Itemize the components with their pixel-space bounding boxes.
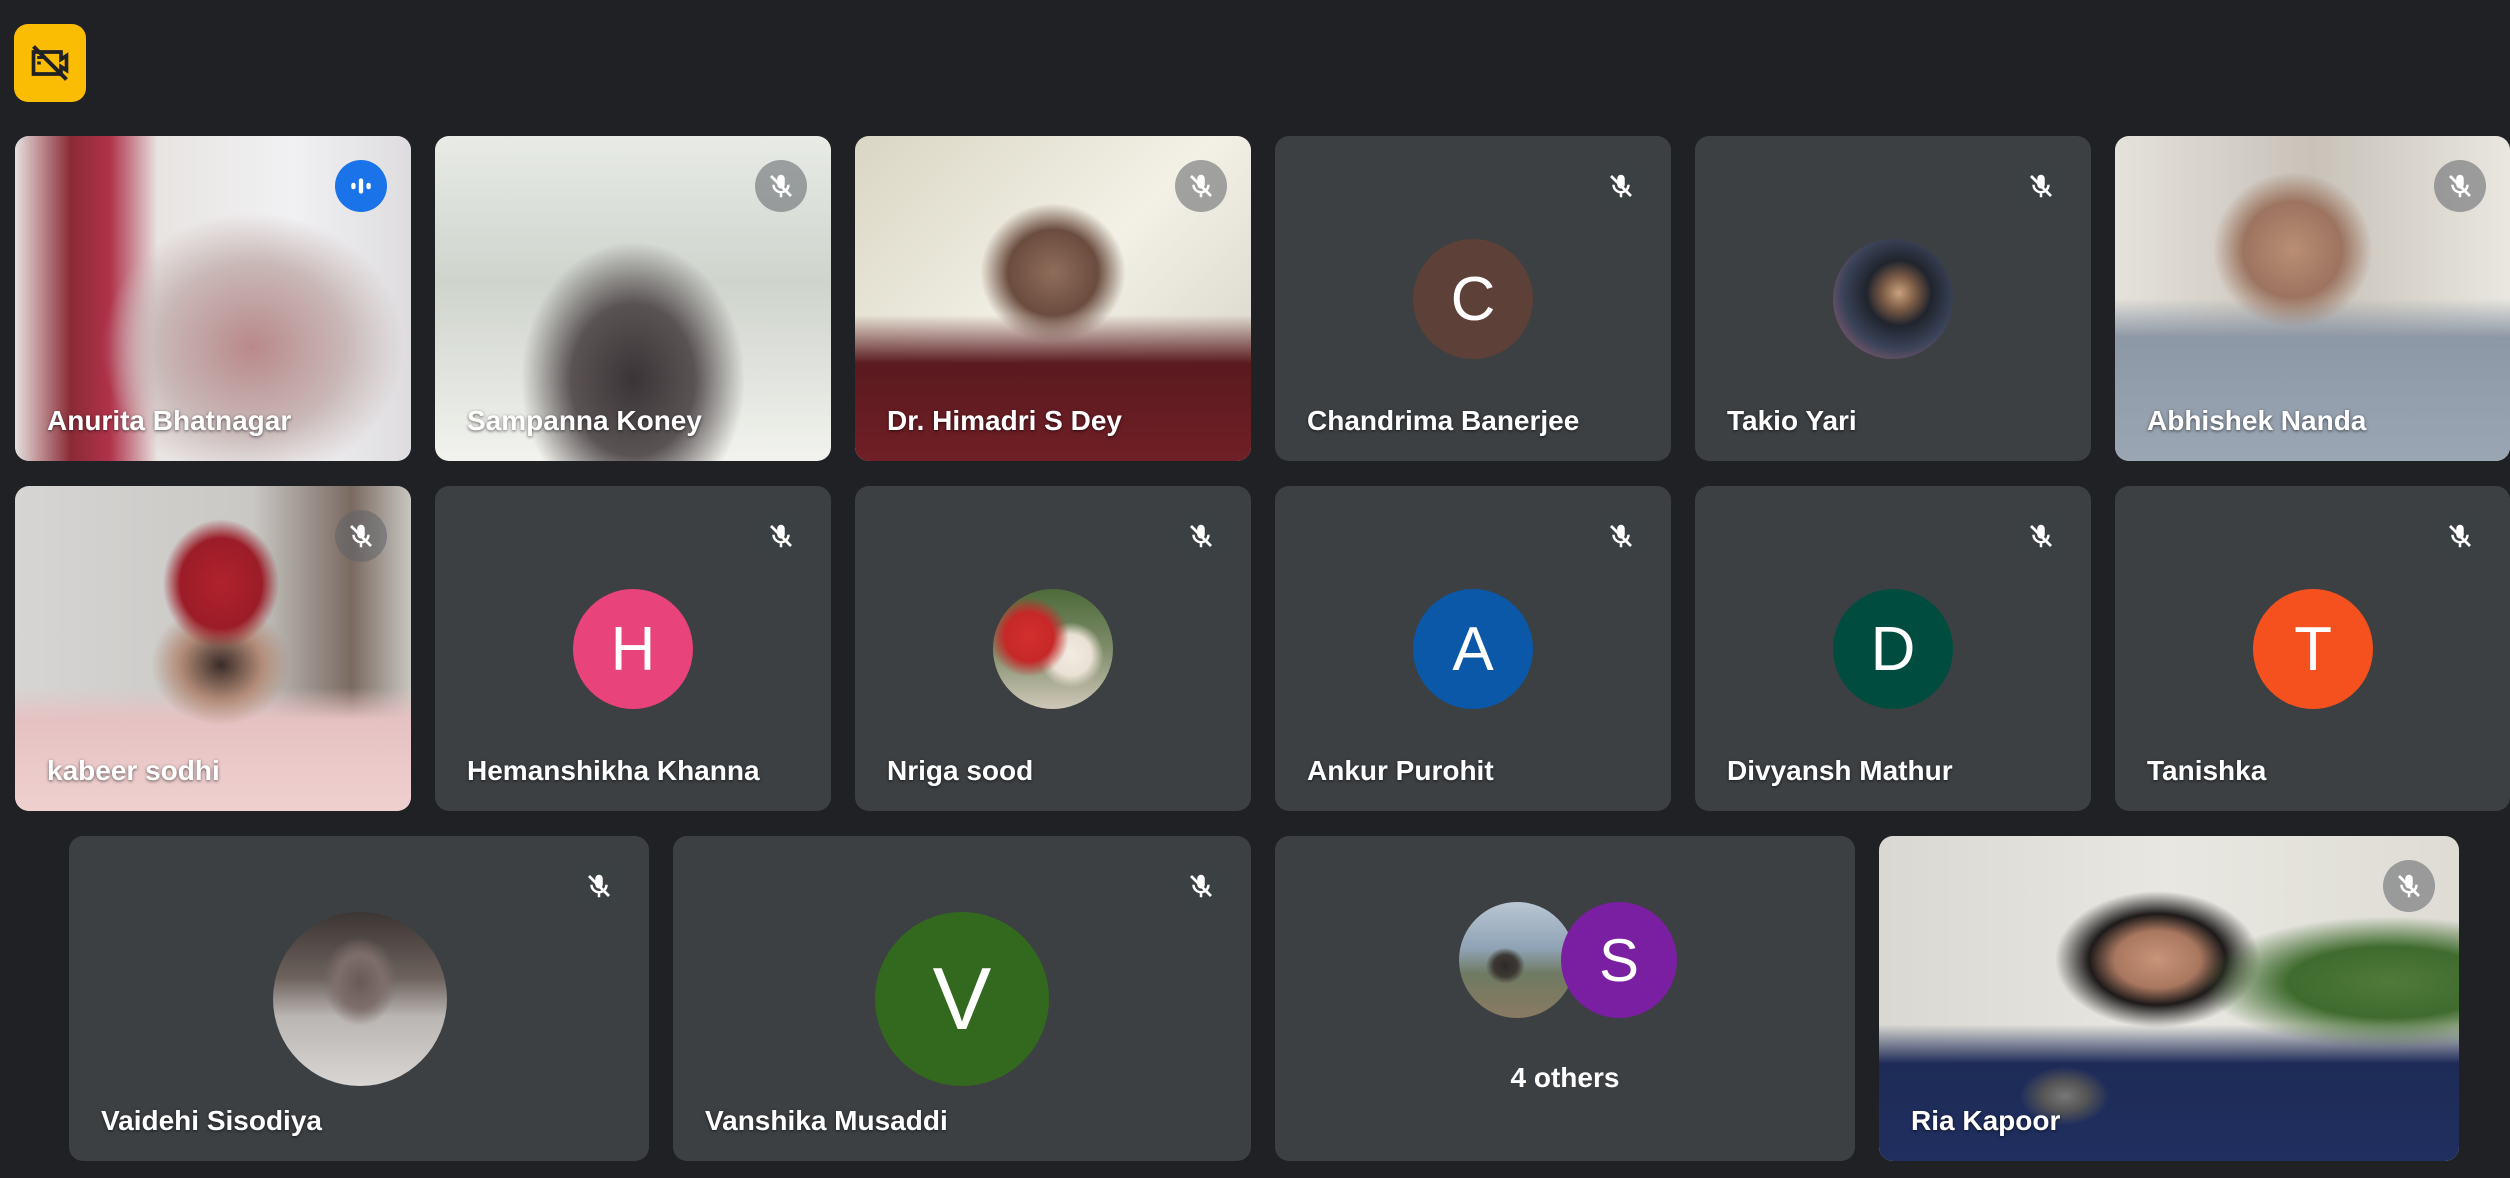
mic-off-indicator bbox=[2015, 160, 2067, 212]
participant-name: Divyansh Mathur bbox=[1727, 755, 1953, 786]
mic-off-indicator bbox=[2434, 510, 2486, 562]
participant-name: Vanshika Musaddi bbox=[705, 1105, 948, 1136]
mic-off-icon bbox=[1190, 524, 1212, 548]
participant-tile[interactable]: D Divyansh Mathur bbox=[1695, 486, 2091, 811]
others-tile[interactable]: S 4 others bbox=[1275, 836, 1855, 1161]
participant-tile[interactable]: Sampanna Koney bbox=[435, 136, 831, 461]
participant-name: Abhishek Nanda bbox=[2147, 405, 2367, 436]
mic-off-icon bbox=[1190, 174, 1212, 198]
mic-off-icon bbox=[770, 524, 792, 548]
mic-off-indicator bbox=[2015, 510, 2067, 562]
participant-avatar: V bbox=[875, 912, 1049, 1086]
participant-name: kabeer sodhi bbox=[47, 755, 220, 786]
mic-off-indicator bbox=[1175, 510, 1227, 562]
participant-name: Ria Kapoor bbox=[1911, 1105, 2061, 1136]
participant-tile[interactable]: Abhishek Nanda bbox=[2115, 136, 2510, 461]
participant-name: Sampanna Koney bbox=[467, 405, 702, 436]
participant-avatar: D bbox=[1833, 589, 1953, 709]
mic-off-indicator bbox=[335, 510, 387, 562]
participant-name: Ankur Purohit bbox=[1307, 755, 1494, 786]
participant-name: Takio Yari bbox=[1727, 405, 1857, 436]
participant-name: Vaidehi Sisodiya bbox=[101, 1105, 322, 1136]
participant-name: Chandrima Banerjee bbox=[1307, 405, 1580, 436]
mic-off-icon bbox=[588, 874, 610, 898]
mic-off-icon bbox=[350, 524, 372, 548]
mic-off-icon bbox=[2030, 524, 2052, 548]
participant-photo-avatar bbox=[993, 589, 1113, 709]
others-avatar: S bbox=[1561, 902, 1677, 1018]
participant-tile[interactable]: C Chandrima Banerjee bbox=[1275, 136, 1671, 461]
participant-tile[interactable]: kabeer sodhi bbox=[15, 486, 411, 811]
mic-off-icon bbox=[2398, 874, 2420, 898]
speaking-indicator bbox=[335, 160, 387, 212]
mic-off-icon bbox=[2030, 174, 2052, 198]
mic-off-icon bbox=[770, 174, 792, 198]
participant-avatar: C bbox=[1413, 239, 1533, 359]
participant-tile[interactable]: Nriga sood bbox=[855, 486, 1251, 811]
participant-tile[interactable]: A Ankur Purohit bbox=[1275, 486, 1671, 811]
participant-tile[interactable]: Dr. Himadri S Dey bbox=[855, 136, 1251, 461]
mic-off-indicator bbox=[573, 860, 625, 912]
participant-avatar: T bbox=[2253, 589, 2373, 709]
mic-off-icon bbox=[2449, 524, 2471, 548]
participant-tile[interactable]: T Tanishka bbox=[2115, 486, 2510, 811]
participant-name: Tanishka bbox=[2147, 755, 2267, 786]
camera-off-badge[interactable] bbox=[14, 24, 86, 102]
mic-off-indicator bbox=[2434, 160, 2486, 212]
participant-avatar: H bbox=[573, 589, 693, 709]
participant-tile[interactable]: H Hemanshikha Khanna bbox=[435, 486, 831, 811]
others-photo-avatar bbox=[1459, 902, 1575, 1018]
mic-off-icon bbox=[1610, 174, 1632, 198]
mic-off-indicator bbox=[1175, 160, 1227, 212]
mic-off-indicator bbox=[2383, 860, 2435, 912]
participant-name: Dr. Himadri S Dey bbox=[887, 405, 1122, 436]
participant-tile[interactable]: Ria Kapoor bbox=[1879, 836, 2459, 1161]
participant-tile[interactable]: Takio Yari bbox=[1695, 136, 2091, 461]
participant-name: Nriga sood bbox=[887, 755, 1034, 786]
mic-off-indicator bbox=[1175, 860, 1227, 912]
mic-off-icon bbox=[1610, 524, 1632, 548]
camera-off-icon bbox=[31, 45, 69, 81]
participant-tile[interactable]: Vaidehi Sisodiya bbox=[69, 836, 649, 1161]
mic-off-icon bbox=[2449, 174, 2471, 198]
participant-name: Anurita Bhatnagar bbox=[47, 405, 292, 436]
audio-level-icon bbox=[351, 178, 371, 194]
participant-name: Hemanshikha Khanna bbox=[467, 755, 760, 786]
participant-photo-avatar bbox=[273, 912, 447, 1086]
mic-off-indicator bbox=[755, 160, 807, 212]
participant-tile[interactable]: V Vanshika Musaddi bbox=[673, 836, 1251, 1161]
participant-tile[interactable]: Anurita Bhatnagar bbox=[15, 136, 411, 461]
participant-photo-avatar bbox=[1833, 239, 1953, 359]
mic-off-indicator bbox=[1595, 160, 1647, 212]
mic-off-icon bbox=[1190, 874, 1212, 898]
participant-avatar: A bbox=[1413, 589, 1533, 709]
mic-off-indicator bbox=[1595, 510, 1647, 562]
mic-off-indicator bbox=[755, 510, 807, 562]
others-count-label: 4 others bbox=[1510, 1062, 1620, 1093]
